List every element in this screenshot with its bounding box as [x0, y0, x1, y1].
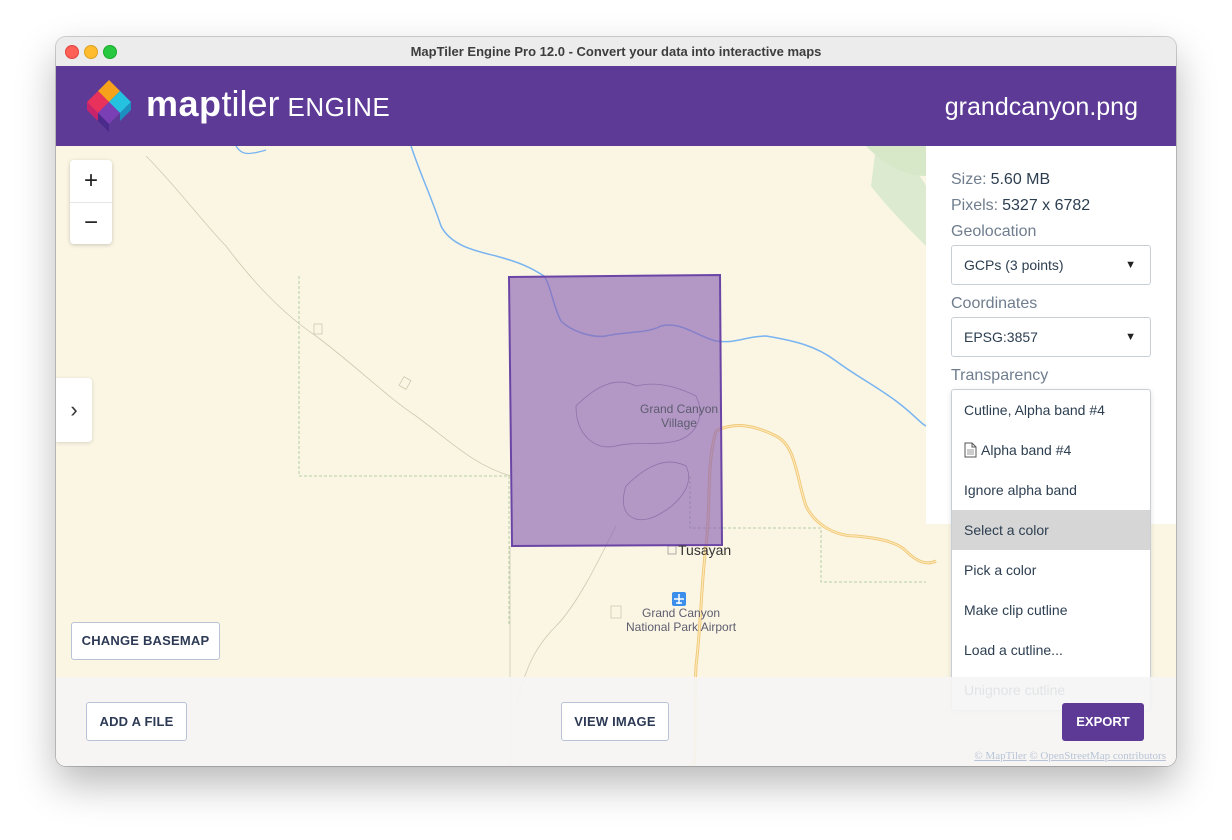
place-label-line: Village	[661, 416, 697, 430]
transparency-option[interactable]: Pick a color	[952, 550, 1150, 590]
geolocation-selected: GCPs (3 points)	[964, 257, 1064, 273]
pixels-label: Pixels:	[951, 197, 999, 214]
map-view[interactable]: Grand Canyon Village Tusayan Grand Canyo…	[56, 146, 1176, 766]
place-label-airport: Grand Canyon National Park Airport	[626, 606, 736, 634]
option-label: Make clip cutline	[964, 602, 1068, 618]
maptiler-logo-text: maptiler ENGINE	[146, 84, 390, 127]
export-button[interactable]: EXPORT	[1062, 703, 1144, 741]
transparency-dropdown: Cutline, Alpha band #4 Alpha band #4 Ign…	[951, 389, 1151, 711]
transparency-option[interactable]: Make clip cutline	[952, 590, 1150, 630]
zoom-in-button[interactable]: +	[70, 160, 112, 203]
size-value: 5.60 MB	[990, 171, 1051, 188]
place-label-line: National Park Airport	[626, 620, 737, 634]
maptiler-attribution-link[interactable]: © MapTiler	[974, 750, 1026, 762]
zoom-control: + −	[70, 160, 112, 244]
place-label-line: Grand Canyon	[642, 606, 721, 620]
app-window: MapTiler Engine Pro 12.0 - Convert your …	[56, 37, 1176, 766]
add-file-button[interactable]: ADD A FILE	[86, 702, 187, 741]
document-icon	[964, 442, 977, 458]
coordinates-select[interactable]: EPSG:3857 ▼	[951, 317, 1151, 357]
zoom-out-button[interactable]: −	[70, 202, 112, 244]
place-label-grand-canyon-village: Grand Canyon Village	[640, 402, 718, 430]
logo-text-engine: ENGINE	[287, 92, 391, 122]
coordinates-label: Coordinates	[951, 295, 1038, 312]
option-label: Ignore alpha band	[964, 482, 1077, 498]
caret-down-icon: ▼	[1125, 259, 1136, 271]
geolocation-select[interactable]: GCPs (3 points) ▼	[951, 245, 1151, 285]
sidebar-toggle-button[interactable]: ›	[56, 378, 92, 442]
change-basemap-button[interactable]: CHANGE BASEMAP	[71, 622, 220, 660]
osm-attribution-link[interactable]: © OpenStreetMap contributors	[1029, 750, 1166, 762]
option-label-with-icon: Alpha band #4	[964, 430, 1071, 470]
option-label: Load a cutline...	[964, 642, 1063, 658]
title-bar: MapTiler Engine Pro 12.0 - Convert your …	[56, 37, 1176, 67]
option-label: Pick a color	[964, 562, 1037, 578]
maptiler-logo-icon	[87, 80, 131, 132]
pixels-info: Pixels: 5327 x 6782	[951, 196, 1090, 216]
logo-text-tiler: tiler	[221, 83, 280, 124]
place-label-line: Grand Canyon	[640, 402, 719, 416]
view-image-button[interactable]: VIEW IMAGE	[561, 702, 669, 741]
logo-text-map: map	[146, 83, 222, 124]
app-header: maptiler ENGINE grandcanyon.png	[56, 66, 1176, 146]
transparency-option[interactable]: Cutline, Alpha band #4	[952, 390, 1150, 430]
transparency-option[interactable]: Load a cutline...	[952, 630, 1150, 670]
map-attribution: © MapTiler © OpenStreetMap contributors	[974, 750, 1166, 762]
pixels-value: 5327 x 6782	[1002, 197, 1091, 214]
transparency-option[interactable]: Ignore alpha band	[952, 470, 1150, 510]
geolocation-label: Geolocation	[951, 223, 1037, 240]
transparency-option[interactable]: Alpha band #4	[952, 430, 1150, 470]
coordinates-selected: EPSG:3857	[964, 329, 1038, 345]
option-label: Alpha band #4	[981, 442, 1072, 458]
option-label: Select a color	[964, 522, 1049, 538]
size-label: Size:	[951, 171, 987, 188]
option-label: Cutline, Alpha band #4	[964, 402, 1105, 418]
transparency-label: Transparency	[951, 367, 1049, 384]
size-info: Size: 5.60 MB	[951, 170, 1050, 190]
window-title: MapTiler Engine Pro 12.0 - Convert your …	[410, 44, 822, 59]
transparency-option-highlighted[interactable]: Select a color	[952, 510, 1150, 550]
file-name: grandcanyon.png	[944, 93, 1138, 121]
place-label-tusayan: Tusayan	[678, 542, 732, 558]
caret-down-icon: ▼	[1125, 331, 1136, 343]
